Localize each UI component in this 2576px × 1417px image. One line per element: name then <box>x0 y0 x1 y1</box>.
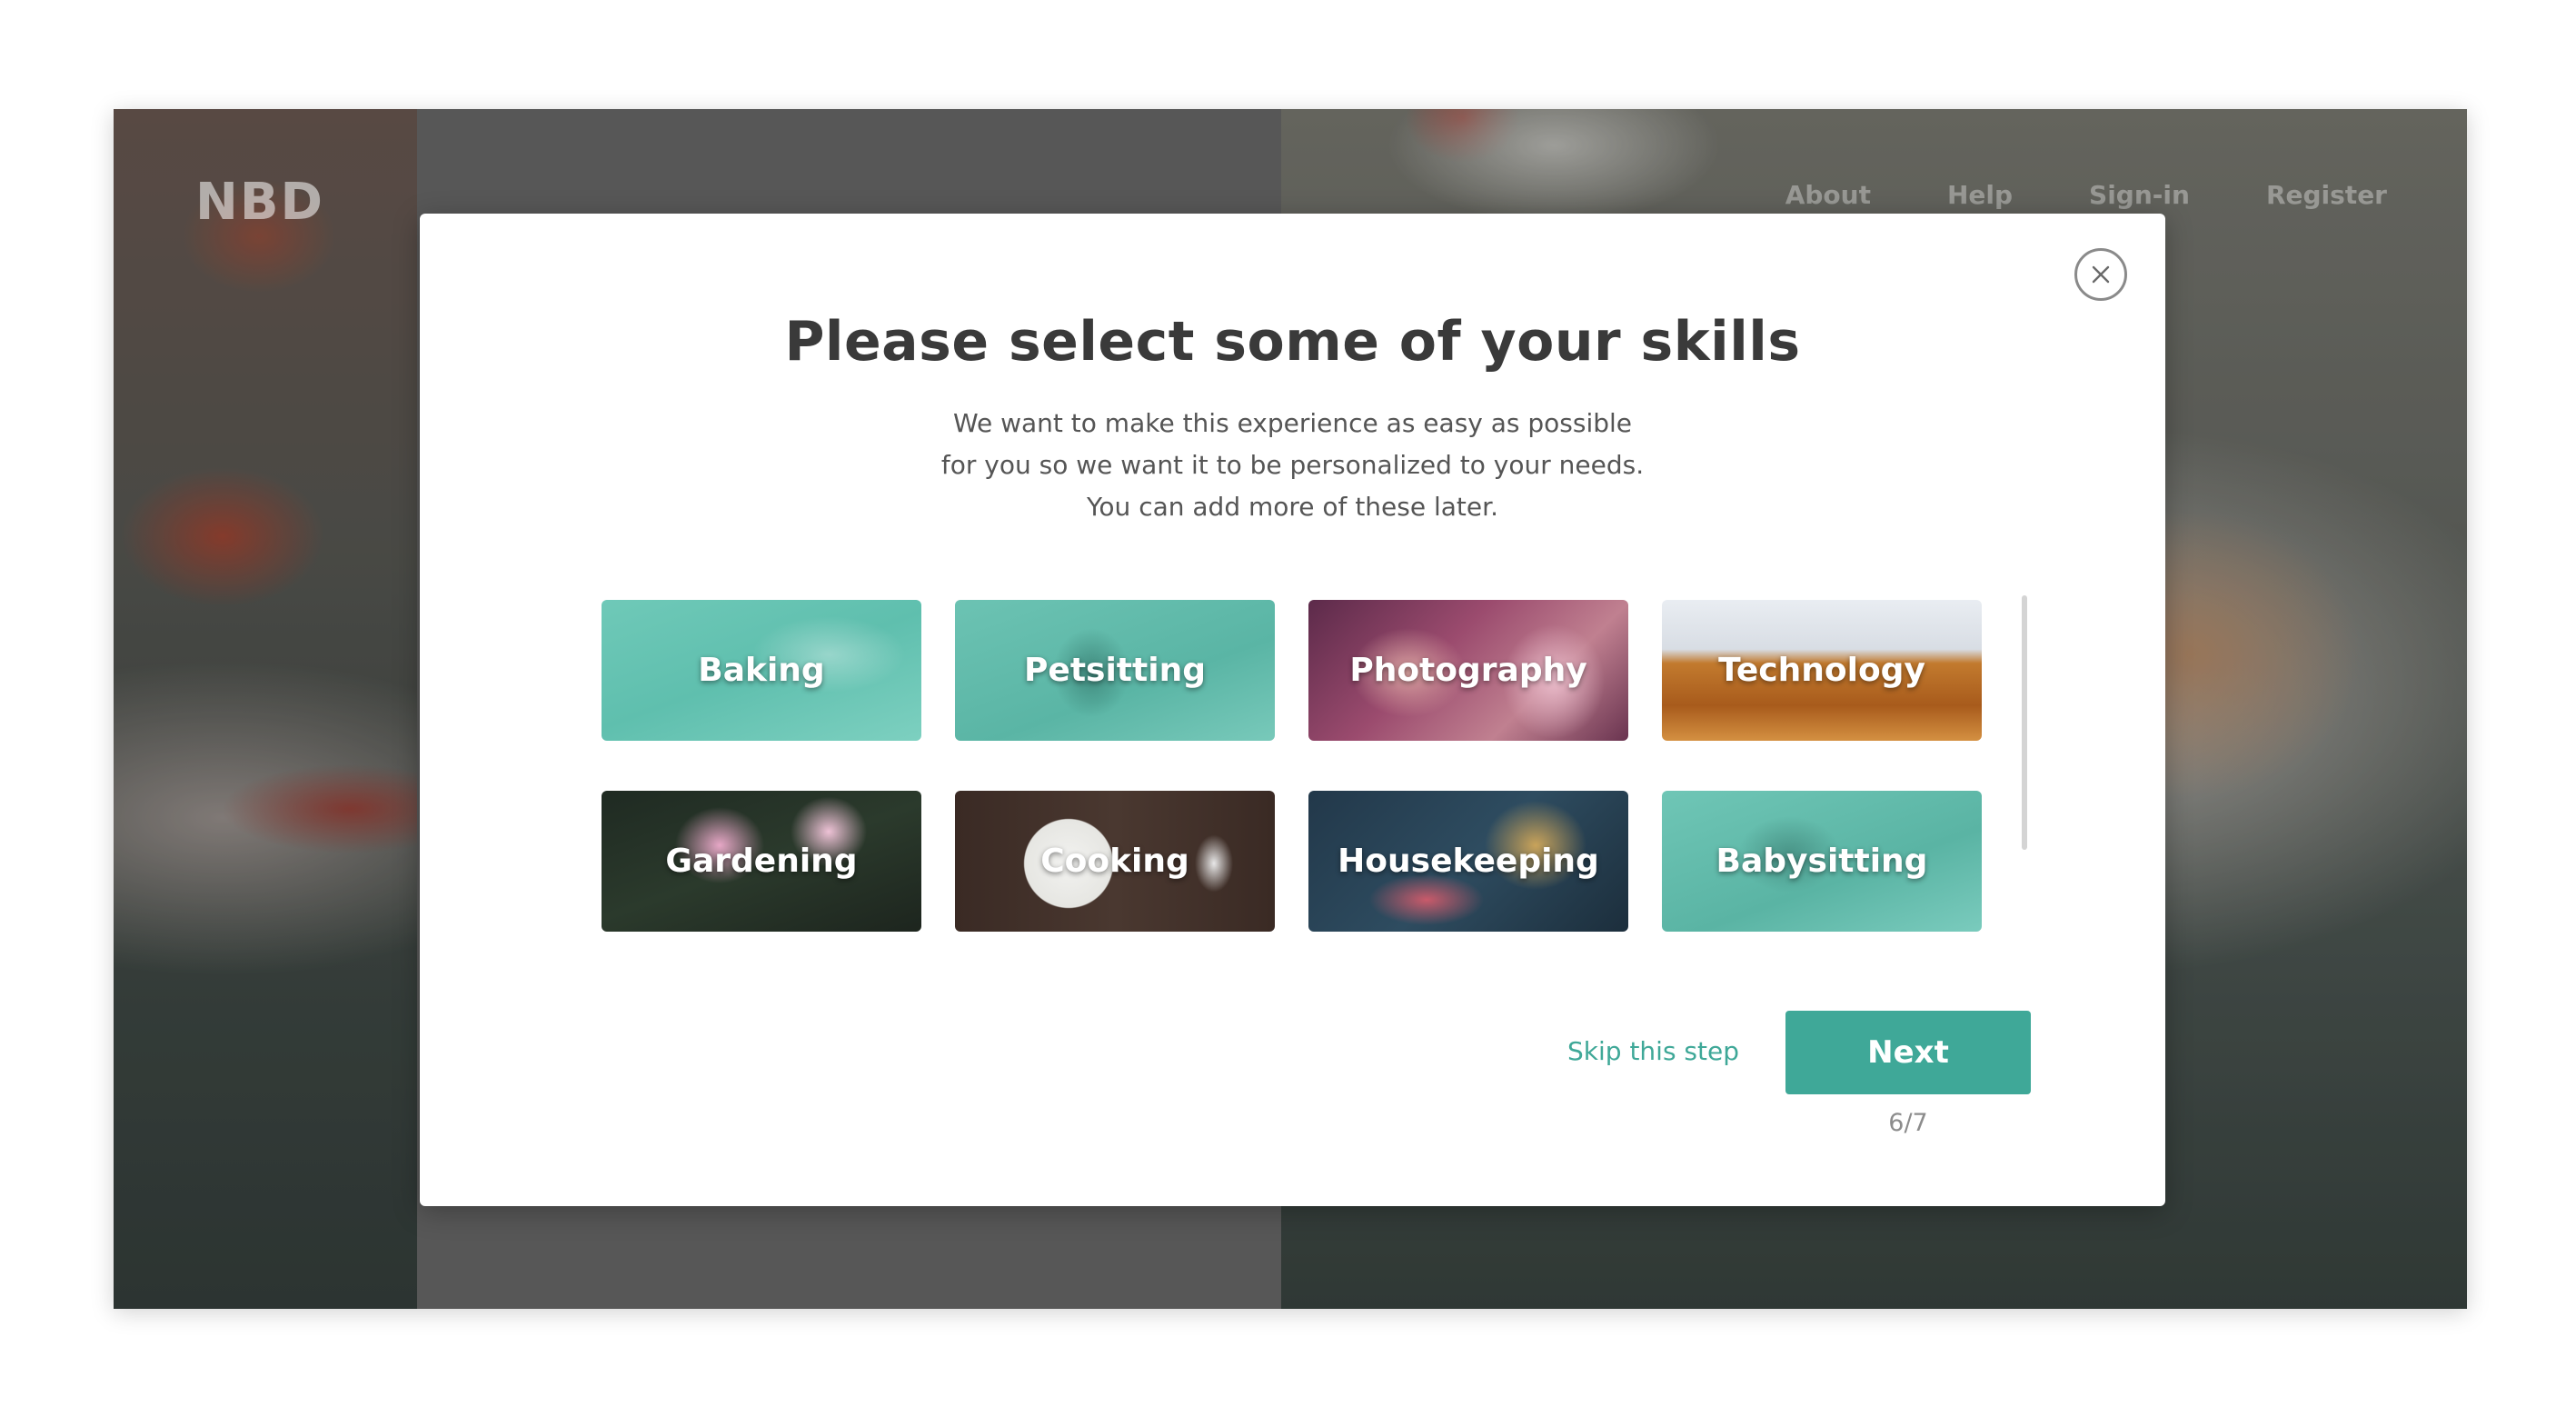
skill-label: Technology <box>1718 652 1925 689</box>
modal-description: We want to make this experience as easy … <box>420 403 2165 528</box>
skill-tile-petsitting[interactable]: Petsitting <box>955 600 1275 741</box>
skill-label: Baking <box>698 652 825 689</box>
close-icon <box>2092 265 2110 284</box>
skill-tile-babysitting[interactable]: Babysitting <box>1662 791 1982 932</box>
next-button[interactable]: Next <box>1785 1011 2031 1094</box>
description-line: We want to make this experience as easy … <box>952 408 1633 438</box>
skip-step-link[interactable]: Skip this step <box>1567 1036 1739 1066</box>
skill-label: Gardening <box>665 843 858 880</box>
skill-label: Photography <box>1349 652 1587 689</box>
skill-tile-cooking[interactable]: Cooking <box>955 791 1275 932</box>
skill-tile-photography[interactable]: Photography <box>1308 600 1628 741</box>
skill-tile-housekeeping[interactable]: Housekeeping <box>1308 791 1628 932</box>
modal-title: Please select some of your skills <box>784 310 1801 374</box>
logo[interactable]: NBD <box>195 173 324 232</box>
nav-register[interactable]: Register <box>2266 180 2387 210</box>
skill-label: Petsitting <box>1024 652 1206 689</box>
description-line: You can add more of these later. <box>1087 492 1498 522</box>
description-line: for you so we want it to be personalized… <box>940 450 1645 480</box>
nav-sign-in[interactable]: Sign-in <box>2089 180 2190 210</box>
nav-about[interactable]: About <box>1785 180 1871 210</box>
close-button[interactable] <box>2074 248 2127 301</box>
skills-modal: Please select some of your skills We wan… <box>420 214 2165 1206</box>
skill-label: Cooking <box>1040 843 1189 880</box>
skill-tile-gardening[interactable]: Gardening <box>602 791 921 932</box>
top-nav: About Help Sign-in Register <box>1785 180 2387 210</box>
skill-label: Babysitting <box>1716 843 1928 880</box>
skill-tile-technology[interactable]: Technology <box>1662 600 1982 741</box>
nav-help[interactable]: Help <box>1947 180 2013 210</box>
skill-label: Housekeeping <box>1338 843 1599 880</box>
skill-tile-baking[interactable]: Baking <box>602 600 921 741</box>
step-indicator: 6/7 <box>1888 1109 1928 1137</box>
skills-grid: Baking Petsitting Photography Technology… <box>602 600 1982 945</box>
skills-scrollbar[interactable] <box>2022 595 2027 850</box>
